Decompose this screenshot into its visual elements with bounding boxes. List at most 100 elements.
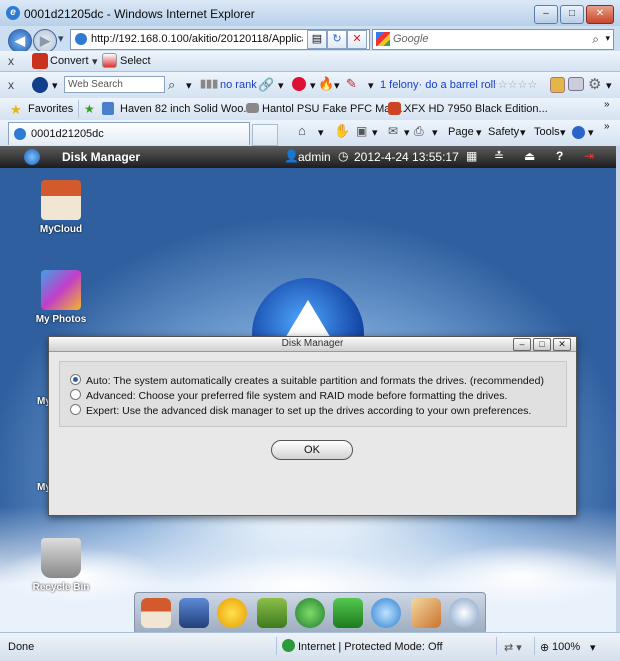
protected-mode-icon[interactable]: ⇄ ▾ (504, 641, 522, 654)
grid-view-icon[interactable]: ▦ (466, 149, 477, 163)
radio-expert[interactable] (70, 404, 81, 415)
tools-menu-dropdown-icon[interactable]: ▾ (560, 126, 566, 139)
tools-menu[interactable]: Tools (534, 126, 560, 138)
add-favorite-icon[interactable]: ★ (84, 102, 95, 116)
fire-dropdown-icon[interactable]: ▾ (334, 79, 340, 92)
option-auto-label: Auto: The system automatically creates a… (86, 375, 544, 387)
radio-advanced[interactable] (70, 389, 81, 400)
link-icon[interactable]: 🔗 (258, 77, 274, 93)
mail-icon[interactable]: ✉ (388, 124, 398, 138)
favorites-button[interactable]: Favorites (28, 103, 73, 115)
toolbar-logo-icon[interactable] (32, 77, 48, 93)
help-question-icon[interactable]: ? (556, 149, 563, 163)
dock-dashboard-icon[interactable] (179, 598, 209, 628)
address-field[interactable]: http://192.168.0.100/akitio/20120118/App… (70, 29, 370, 50)
felony-link[interactable]: 1 felony· do a barrel roll (380, 79, 496, 91)
compatibility-view-icon[interactable]: ▤ (307, 30, 327, 49)
search-icon[interactable]: ⌕ (592, 32, 599, 47)
desktop-icon-recyclebin[interactable]: Recycle Bin (26, 538, 96, 593)
page-menu[interactable]: Page (448, 126, 474, 138)
search-box[interactable]: Google ⌕ ▾ (372, 29, 614, 50)
stop-icon[interactable]: ✕ (347, 30, 367, 49)
block-dropdown-icon[interactable]: ▾ (310, 79, 316, 92)
close-window-button[interactable]: ✕ (586, 5, 614, 24)
block-icon[interactable] (292, 77, 306, 91)
favorite-item-2[interactable]: Hantol PSU Fake PFC Mad... (262, 103, 406, 115)
web-search-input[interactable]: Web Search (64, 76, 165, 93)
hand-icon[interactable]: ✋ (334, 123, 350, 139)
safety-menu-dropdown-icon[interactable]: ▾ (520, 126, 526, 139)
app-header-bar: Disk Manager 👤 admin ◷ 2012-4-24 13:55:1… (0, 146, 616, 168)
settings-dropdown-icon[interactable]: ▾ (606, 79, 612, 92)
zoom-level[interactable]: 100% (552, 641, 580, 653)
home-icon[interactable]: ⌂ (298, 123, 306, 138)
new-tab-button[interactable] (252, 124, 278, 146)
page-menu-dropdown-icon[interactable]: ▾ (476, 126, 482, 139)
option-expert[interactable]: Expert: Use the advanced disk manager to… (70, 404, 531, 418)
ok-button[interactable]: OK (271, 440, 353, 460)
search-options-icon[interactable]: ▾ (605, 33, 610, 44)
tab-active[interactable]: 0001d21205dc (8, 122, 250, 145)
settings-gear-icon[interactable]: ⚙ (588, 75, 601, 93)
maximize-button[interactable]: □ (560, 5, 584, 24)
desktop-icon-myphotos[interactable]: My Photos (26, 270, 96, 325)
help-icon[interactable] (572, 126, 585, 139)
rating-stars[interactable]: ☆☆☆☆☆ (488, 78, 537, 91)
logout-icon[interactable]: ⇥ (584, 149, 594, 163)
dock-settings-icon[interactable] (449, 598, 479, 628)
radio-auto[interactable] (70, 374, 81, 385)
fire-icon[interactable]: 🔥 (318, 76, 334, 92)
dialog-minimize-icon[interactable]: – (513, 338, 531, 351)
status-divider (534, 637, 535, 655)
favorites-overflow-icon[interactable]: » (604, 99, 610, 110)
dock-globe-icon[interactable] (371, 598, 401, 628)
window-icon[interactable] (568, 77, 584, 91)
favorite-item-1[interactable]: Haven 82 inch Solid Woo... (120, 103, 252, 115)
feeds-dropdown-icon[interactable]: ▾ (372, 126, 378, 139)
option-auto[interactable]: Auto: The system automatically creates a… (70, 374, 544, 388)
no-rank-label[interactable]: no rank (220, 79, 257, 91)
feeds-icon[interactable]: ▣ (356, 124, 367, 138)
dig-icon[interactable]: ✎ (346, 76, 357, 92)
dock-network-icon[interactable] (295, 598, 325, 628)
recent-pages-dropdown-icon[interactable]: ▾ (58, 32, 64, 45)
dialog-maximize-icon[interactable]: □ (533, 338, 551, 351)
favorites-bar: ★ Favorites ★ Haven 82 inch Solid Woo...… (0, 98, 620, 121)
print-icon[interactable]: ⎙ (414, 124, 424, 139)
safety-menu[interactable]: Safety (488, 126, 519, 138)
desktop-icon-mycloud[interactable]: MyCloud (26, 180, 96, 235)
mail-dropdown-icon[interactable]: ▾ (404, 126, 410, 139)
dock-media-play-icon[interactable] (217, 598, 247, 628)
option-advanced[interactable]: Advanced: Choose your preferred file sys… (70, 389, 507, 403)
link-dropdown-icon[interactable]: ▾ (278, 79, 284, 92)
dialog-close-icon[interactable]: ✕ (553, 338, 571, 351)
convert-dropdown-icon[interactable]: ▾ (92, 55, 98, 68)
eject-icon[interactable]: ⏏ (524, 149, 535, 163)
print-dropdown-icon[interactable]: ▾ (432, 126, 438, 139)
zoom-dropdown-icon[interactable]: ▾ (590, 641, 596, 654)
network-icon[interactable]: ≛ (494, 149, 504, 163)
web-search-icon[interactable]: ⌕ (168, 77, 175, 93)
command-overflow-icon[interactable]: » (604, 121, 610, 132)
refresh-icon[interactable]: ↻ (327, 30, 347, 49)
home-dropdown-icon[interactable]: ▾ (318, 126, 324, 139)
toolbar-logo-dropdown-icon[interactable]: ▾ (52, 79, 58, 92)
back-button[interactable]: ◀ (8, 29, 32, 53)
dock-sync-icon[interactable] (333, 598, 363, 628)
help-dropdown-icon[interactable]: ▾ (588, 126, 594, 139)
zoom-icon[interactable]: ⊕ (540, 641, 549, 654)
close-toolbar2-icon[interactable]: x (8, 78, 14, 92)
dock-home-icon[interactable] (141, 598, 171, 628)
close-toolbar-icon[interactable]: x (8, 54, 14, 68)
favorite-item-3[interactable]: XFX HD 7950 Black Edition... (404, 103, 548, 115)
forward-button[interactable]: ▶ (33, 29, 57, 53)
dock-tools-icon[interactable] (411, 598, 441, 628)
dock-mail-icon[interactable] (257, 598, 287, 628)
security-zone[interactable]: Internet | Protected Mode: Off (298, 641, 443, 653)
minimize-button[interactable]: – (534, 5, 558, 24)
web-search-dropdown-icon[interactable]: ▾ (186, 79, 192, 92)
select-button[interactable]: Select (120, 55, 151, 67)
note-icon[interactable] (550, 77, 565, 93)
convert-button[interactable]: Convert (50, 55, 89, 67)
dig-dropdown-icon[interactable]: ▾ (368, 79, 374, 92)
